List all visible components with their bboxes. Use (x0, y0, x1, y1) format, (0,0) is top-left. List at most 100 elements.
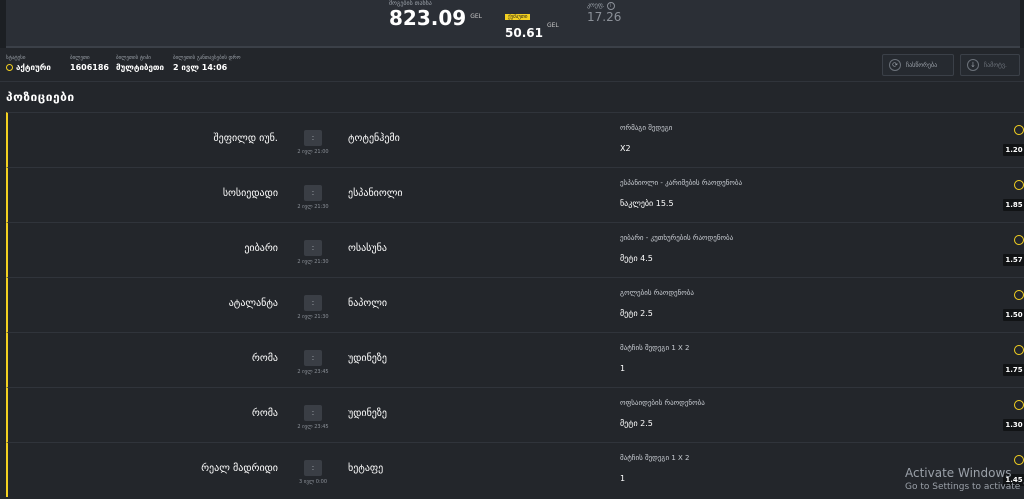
status-value: აქტიური (16, 63, 51, 72)
pending-status-icon (1014, 455, 1024, 465)
position-row[interactable]: რომა : 2 ივლ 23:45 უდინეზე ოფსაიდების რა… (6, 387, 1024, 442)
position-row[interactable]: ატალანტა : 2 ივლ 21:30 ნაპოლი გოლების რა… (6, 277, 1024, 332)
home-team: რეალ მადრიდი (201, 463, 278, 474)
market-name: ოფსაიდების რაოდენობა (620, 399, 705, 407)
selection: 1 (620, 474, 626, 483)
match-time: 2 ივლ 21:30 (297, 259, 329, 265)
away-team: ტოტენჰემი (348, 133, 400, 144)
away-team: უდინეზე (348, 408, 387, 419)
home-team: ატალანტა (228, 298, 278, 309)
market-name: ეიბარი - კუთხურების რაოდენობა (620, 234, 734, 242)
odd-value: 1.30 (1003, 419, 1024, 431)
home-team: ეიბარი (244, 243, 278, 254)
download-button-label: ჩამოტვ. (984, 61, 1007, 69)
edit-button[interactable]: ⟳ ჩასწორება (882, 54, 954, 76)
match-time: 2 ივლ 23:45 (297, 369, 329, 375)
market-name: ესპანიოლი - კარიმების რაოდენობა (620, 179, 743, 187)
status-ring-icon (6, 64, 13, 71)
ticket-summary-bar: მოგების თანხა 823.09 GEL ქეშაუთი 50.61GEL… (6, 0, 1024, 48)
position-row[interactable]: რეალ მადრიდი : 3 ივლ 0:00 ხეტაფე მატჩის … (6, 442, 1024, 497)
away-team: ესპანიოლი (348, 188, 403, 199)
date-value: 2 ივლ 14:06 (173, 63, 228, 72)
download-button[interactable]: ↓ ჩამოტვ. (960, 54, 1020, 76)
market-name: გოლების რაოდენობა (620, 289, 694, 297)
odds-value: 17.26 (587, 10, 622, 24)
score-box: : (304, 350, 322, 366)
odds-label: კოეფ. (587, 2, 605, 9)
ticket-label: ბილეთი (70, 55, 90, 61)
position-row[interactable]: ეიბარი : 2 ივლ 21:30 ოსასუნა ეიბარი - კუ… (6, 222, 1024, 277)
selection: 1 (620, 364, 626, 373)
possible-win-currency: GEL (470, 13, 482, 20)
watermark-line-1: Activate Windows (905, 466, 1012, 480)
edit-button-label: ჩასწორება (906, 61, 938, 69)
market-name: მატჩის შედეგი 1 X 2 (620, 344, 690, 352)
odd-value: 1.85 (1003, 199, 1024, 211)
right-edge (1020, 0, 1024, 48)
type-value: მულტიბეთი (116, 63, 165, 72)
info-icon[interactable]: i (606, 2, 615, 10)
watermark-line-2: Go to Settings to activate Wi (905, 482, 1024, 492)
away-team: ხეტაფე (348, 463, 384, 474)
cashout-value: 50.61 (505, 26, 543, 40)
odd-value: 1.50 (1003, 309, 1024, 321)
possible-win: მოგების თანხა 823.09 GEL (389, 0, 482, 29)
away-team: ნაპოლი (348, 298, 388, 309)
positions-list: შეფილდ იუნ. : 2 ივლ 21:00 ტოტენჰემი ორმა… (6, 112, 1024, 497)
pending-status-icon (1014, 345, 1024, 355)
ticket-meta-row: სტატუსი აქტიური ბილეთი 1606186 ბილეთის ტ… (0, 50, 1024, 82)
cashout-currency: GEL (546, 22, 559, 29)
selection: მეტი 4.5 (620, 254, 653, 263)
home-team: შეფილდ იუნ. (213, 133, 279, 144)
score-box: : (304, 130, 322, 146)
ticket-value: 1606186 (70, 63, 109, 72)
market-name: ორმაგი შედეგი (620, 124, 673, 132)
windows-activation-watermark: Activate Windows Go to Settings to activ… (905, 466, 1024, 492)
score-box: : (304, 405, 322, 421)
refresh-icon: ⟳ (889, 59, 901, 71)
home-team: რომა (251, 353, 278, 364)
section-title: პოზიციები (6, 90, 75, 104)
pending-status-icon (1014, 125, 1024, 135)
pending-status-icon (1014, 235, 1024, 245)
selection: მეტი 2.5 (620, 309, 653, 318)
pending-status-icon (1014, 400, 1024, 410)
away-team: უდინეზე (348, 353, 387, 364)
match-time: 2 ივლ 21:30 (297, 204, 329, 210)
score-box: : (304, 185, 322, 201)
meta-ticket: ბილეთი 1606186 (70, 55, 109, 72)
cashout-badge[interactable]: ქეშაუთი (505, 14, 531, 20)
market-name: მატჩის შედეგი 1 X 2 (620, 454, 690, 462)
position-row[interactable]: რომა : 2 ივლ 23:45 უდინეზე მატჩის შედეგი… (6, 332, 1024, 387)
score-box: : (304, 460, 322, 476)
position-row[interactable]: შეფილდ იუნ. : 2 ივლ 21:00 ტოტენჰემი ორმა… (6, 112, 1024, 167)
total-odds: კოეფ. i 17.26 (587, 2, 621, 24)
home-team: რომა (251, 408, 278, 419)
status-label: სტატუსი (6, 55, 26, 61)
home-team: სოსიედადი (222, 188, 278, 199)
selection: X2 (620, 144, 631, 153)
odd-value: 1.57 (1003, 254, 1024, 266)
match-time: 2 ივლ 23:45 (297, 424, 329, 430)
possible-win-value: 823.09 (389, 6, 467, 30)
away-team: ოსასუნა (348, 243, 387, 254)
pending-status-icon (1014, 180, 1024, 190)
type-label: ბილეთის ტიპი (116, 55, 151, 61)
download-icon: ↓ (967, 59, 979, 71)
odd-value: 1.20 (1003, 144, 1024, 156)
match-time: 2 ივლ 21:30 (297, 314, 329, 320)
match-time: 2 ივლ 21:00 (297, 149, 329, 155)
selection: მეტი 2.5 (620, 419, 653, 428)
meta-type: ბილეთის ტიპი მულტიბეთი (116, 55, 164, 72)
pending-status-icon (1014, 290, 1024, 300)
meta-status: სტატუსი აქტიური (6, 55, 51, 72)
score-box: : (304, 240, 322, 256)
match-time: 3 ივლ 0:00 (298, 479, 328, 485)
score-box: : (304, 295, 322, 311)
odd-value: 1.75 (1003, 364, 1024, 376)
meta-date: ბილეთის განთავსების დრო 2 ივლ 14:06 (173, 55, 241, 72)
position-row[interactable]: სოსიედადი : 2 ივლ 21:30 ესპანიოლი ესპანი… (6, 167, 1024, 222)
cashout[interactable]: ქეშაუთი 50.61GEL (505, 3, 559, 41)
selection: ნაკლები 15.5 (620, 199, 674, 208)
date-label: ბილეთის განთავსების დრო (173, 55, 241, 61)
